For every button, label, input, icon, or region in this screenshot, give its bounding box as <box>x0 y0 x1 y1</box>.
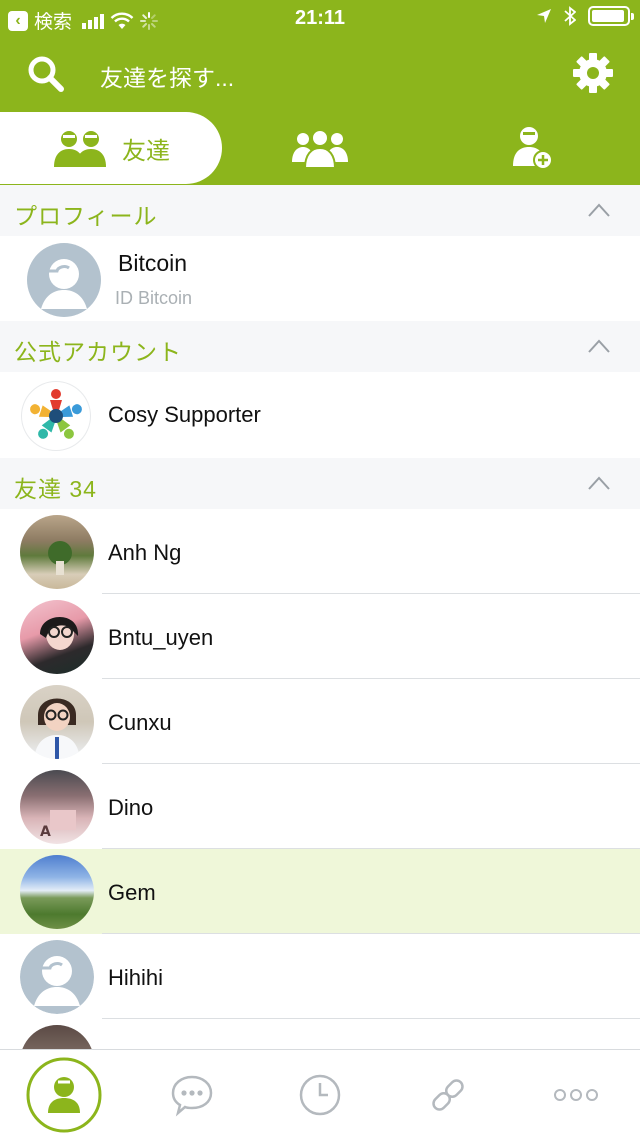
tab-groups-icon[interactable] <box>290 128 350 168</box>
friend-avatar <box>20 1025 94 1050</box>
bluetooth-icon <box>564 6 576 26</box>
nav-history[interactable] <box>256 1050 384 1139</box>
friend-name: Bntu_uyen <box>108 625 214 650</box>
friends-icon <box>54 131 106 167</box>
contacts-icon <box>26 1057 102 1133</box>
friend-name: Dino <box>108 795 154 820</box>
nav-contacts[interactable] <box>0 1050 128 1139</box>
chevron-up-icon[interactable] <box>588 203 610 217</box>
section-header-profile[interactable]: プロフィール <box>0 185 640 236</box>
friend-name: Anh Ng <box>108 540 182 565</box>
more-icon <box>554 1089 598 1101</box>
tab-add-friend-icon[interactable] <box>512 124 552 170</box>
profile-row[interactable]: Bitcoin ID Bitcoin <box>0 236 640 321</box>
bottom-nav <box>0 1049 640 1139</box>
section-title: 友達 34 <box>14 476 97 502</box>
svg-text:A: A <box>40 824 51 840</box>
chevron-up-icon[interactable] <box>588 339 610 353</box>
friend-avatar: A <box>20 770 94 844</box>
header: 友達を探す... <box>0 36 640 112</box>
friend-row[interactable]: A Dino <box>0 764 640 849</box>
friend-row[interactable]: Cunxu <box>0 679 640 764</box>
search-icon[interactable] <box>26 54 66 94</box>
section-header-official[interactable]: 公式アカウント <box>0 321 640 372</box>
default-avatar-icon <box>20 940 94 1014</box>
cosy-logo-icon <box>22 382 90 450</box>
friend-name: Gem <box>108 880 156 905</box>
profile-id: ID Bitcoin <box>115 288 193 308</box>
default-avatar-icon <box>27 243 101 317</box>
contact-list[interactable]: プロフィール Bitcoin ID Bitcoin 公式アカウント Cosy S… <box>0 185 640 1050</box>
gear-icon[interactable] <box>572 52 614 94</box>
clock-icon <box>299 1074 341 1116</box>
friend-row[interactable]: Hihihi <box>0 934 640 1019</box>
friend-row-selected[interactable]: Gem <box>0 849 640 934</box>
friend-name: Hihihi <box>108 965 164 990</box>
friend-row[interactable]: Anh Ng <box>0 509 640 594</box>
nav-link[interactable] <box>384 1050 512 1139</box>
nav-chat[interactable] <box>128 1050 256 1139</box>
status-bar: ‹ 検索 21:11 <box>0 0 640 36</box>
friend-avatar <box>20 600 94 674</box>
battery-icon <box>588 6 634 26</box>
status-right <box>536 6 634 26</box>
search-input[interactable]: 友達を探す... <box>100 59 234 93</box>
friend-row-partial[interactable] <box>0 1019 640 1050</box>
battery-level <box>592 10 625 22</box>
tab-friends-label: 友達 <box>122 137 170 165</box>
location-arrow-icon <box>537 9 551 23</box>
nav-more[interactable] <box>512 1050 640 1139</box>
section-title: プロフィール <box>14 203 158 229</box>
friend-avatar <box>20 515 94 589</box>
section-header-friends[interactable]: 友達 34 <box>0 458 640 509</box>
profile-name: Bitcoin <box>118 250 188 276</box>
tab-bar: 友達 <box>0 112 640 185</box>
chevron-up-icon[interactable] <box>588 476 610 490</box>
friend-avatar <box>20 855 94 929</box>
friend-name: Cunxu <box>108 710 172 735</box>
official-account-name: Cosy Supporter <box>108 402 261 427</box>
tab-friends[interactable]: 友達 <box>0 112 222 184</box>
official-account-row[interactable]: Cosy Supporter <box>0 372 640 458</box>
link-icon <box>432 1079 464 1111</box>
friend-row[interactable]: Bntu_uyen <box>0 594 640 679</box>
chat-icon <box>171 1075 213 1117</box>
section-title: 公式アカウント <box>14 339 182 365</box>
friend-avatar <box>20 685 94 759</box>
